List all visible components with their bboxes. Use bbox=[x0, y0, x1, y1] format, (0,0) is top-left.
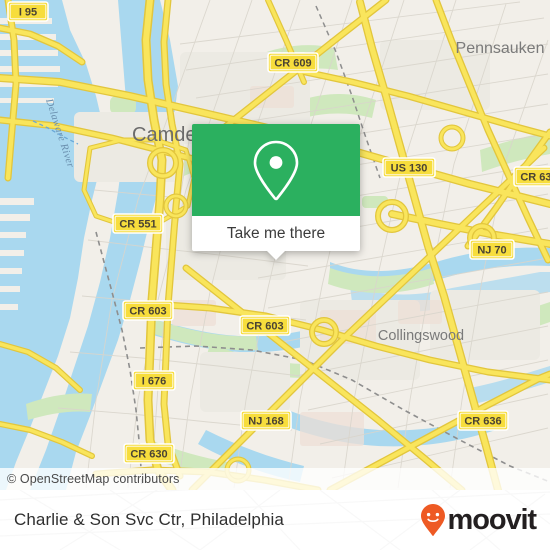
route-shield-label: NJ 168 bbox=[248, 415, 283, 427]
route-shield: NJ 168 bbox=[240, 410, 292, 431]
route-shield: CR 630 bbox=[123, 443, 175, 464]
route-shield: CR 636 bbox=[457, 410, 509, 431]
route-shield-label: CR 551 bbox=[119, 218, 156, 230]
attribution-text: © OpenStreetMap contributors bbox=[7, 472, 180, 486]
route-shield: CR 636 bbox=[513, 166, 550, 187]
route-shield-label: CR 630 bbox=[130, 448, 167, 460]
moovit-pin-icon bbox=[420, 504, 445, 536]
route-shield-label: CR 603 bbox=[129, 305, 166, 317]
location-title: Charlie & Son Svc Ctr, Philadelphia bbox=[14, 490, 284, 550]
route-shield: I 95 bbox=[7, 1, 49, 22]
route-shield-label: I 95 bbox=[19, 6, 37, 18]
place-label-pennsauken: Pennsauken bbox=[456, 40, 545, 57]
map-screenshot: Delaware River Camden Pennsauken Colling… bbox=[0, 0, 550, 550]
place-label-collingswood: Collingswood bbox=[378, 328, 464, 344]
take-me-there-button[interactable]: Take me there bbox=[192, 216, 360, 251]
map-pin-icon bbox=[253, 140, 299, 201]
location-callout-card[interactable]: Take me there bbox=[192, 124, 360, 260]
route-shield: US 130 bbox=[382, 157, 436, 178]
route-shield: CR 603 bbox=[239, 315, 291, 336]
map-attribution-bar: © OpenStreetMap contributors bbox=[0, 468, 550, 490]
route-shield-label: US 130 bbox=[391, 162, 428, 174]
callout-pointer-tail bbox=[267, 251, 285, 260]
route-shield-label: CR 609 bbox=[274, 57, 311, 69]
route-shield-label: CR 603 bbox=[246, 320, 283, 332]
callout-pin-area bbox=[192, 124, 360, 216]
route-shield: I 676 bbox=[132, 370, 176, 391]
route-shield: CR 609 bbox=[267, 52, 319, 73]
location-title-text: Charlie & Son Svc Ctr, Philadelphia bbox=[14, 510, 284, 529]
route-shield: CR 551 bbox=[112, 213, 164, 234]
map-canvas[interactable]: Delaware River Camden Pennsauken Colling… bbox=[0, 0, 550, 490]
route-shield: CR 603 bbox=[122, 300, 174, 321]
moovit-brand[interactable]: moovit bbox=[420, 490, 538, 550]
moovit-wordmark: moovit bbox=[447, 503, 538, 536]
route-shield-label: CR 636 bbox=[520, 171, 550, 183]
bottom-info-bar: Charlie & Son Svc Ctr, Philadelphia moov… bbox=[0, 490, 550, 550]
route-shield-label: NJ 70 bbox=[477, 244, 506, 256]
route-shield: NJ 70 bbox=[469, 239, 515, 260]
route-shield-label: CR 636 bbox=[464, 415, 501, 427]
route-shield-label: I 676 bbox=[142, 375, 166, 387]
